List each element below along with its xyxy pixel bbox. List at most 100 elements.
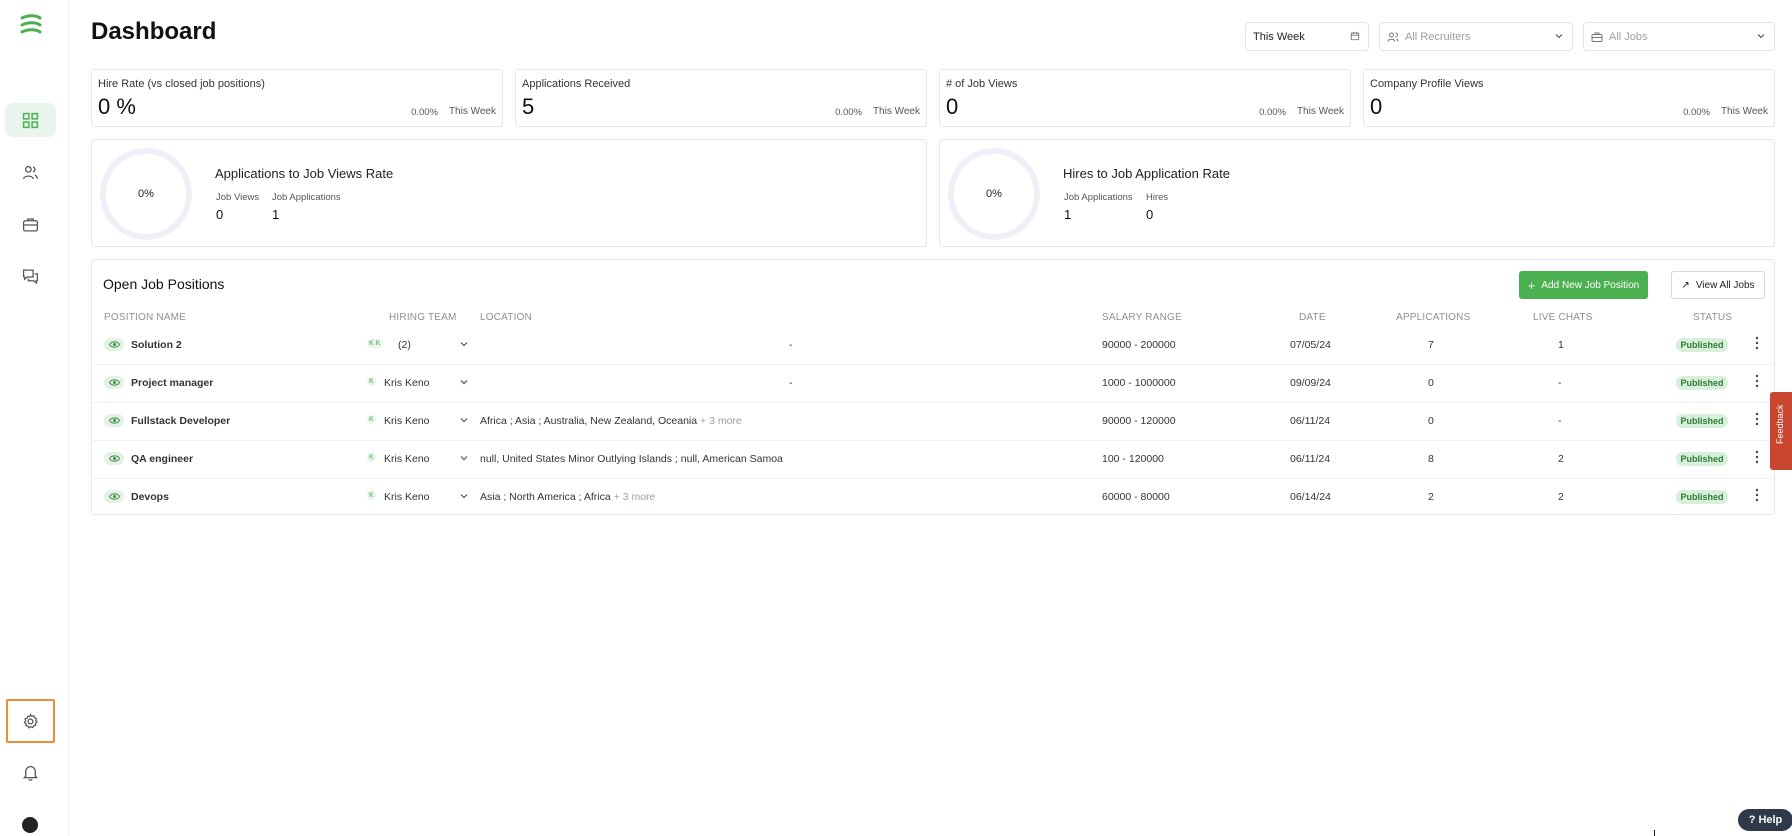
rate-ring: 0% — [948, 148, 1040, 240]
rate-b-value: 0 — [1146, 207, 1154, 222]
kpi-label: # of Job Views — [946, 78, 1018, 90]
more-options-icon[interactable] — [1754, 449, 1760, 465]
live-chats-count: 1 — [1558, 339, 1564, 351]
nav-settings[interactable] — [6, 699, 55, 743]
feedback-tab[interactable]: Feedback — [1770, 392, 1792, 470]
messages-chat-icon — [22, 268, 39, 284]
live-chats-count: 2 — [1558, 491, 1564, 503]
position-name[interactable]: Project manager — [131, 377, 213, 389]
location: Asia ; North America ; Africa + 3 more — [480, 491, 656, 503]
applications-count: 0 — [1428, 377, 1434, 389]
kpi-card-profile-views: Company Profile Views 0 0.00% This Week — [1363, 69, 1775, 127]
status-badge: Published — [1676, 452, 1728, 466]
profile-avatar-icon[interactable] — [22, 817, 38, 833]
help-button[interactable]: ? Help — [1738, 809, 1792, 831]
position-name[interactable]: QA engineer — [131, 453, 193, 465]
table-row[interactable]: Project manager K Kris Keno - 1000 - 100… — [92, 364, 1774, 402]
chevron-down-icon — [1757, 34, 1765, 39]
more-options-icon[interactable] — [1754, 335, 1760, 351]
kpi-value: 0 — [946, 94, 959, 119]
position-name[interactable]: Devops — [131, 491, 169, 503]
date: 09/09/24 — [1290, 377, 1331, 389]
rate-card-hires-to-applications: 0% Hires to Job Application Rate Job App… — [939, 139, 1775, 247]
page-title: Dashboard — [91, 18, 217, 45]
recruiters-people-icon — [1387, 32, 1399, 42]
status-badge: Published — [1676, 490, 1728, 504]
team-avatar: K — [367, 453, 376, 462]
visibility-eye-icon[interactable] — [104, 490, 124, 503]
position-name[interactable]: Fullstack Developer — [131, 415, 230, 427]
column-header-salary: SALARY RANGE — [1102, 312, 1182, 323]
add-job-button[interactable]: + Add New Job Position — [1519, 271, 1648, 299]
view-all-jobs-button[interactable]: ↗ View All Jobs — [1671, 271, 1765, 299]
recruiters-filter[interactable]: All Recruiters — [1379, 22, 1573, 51]
chevron-down-icon[interactable] — [459, 491, 469, 501]
table-row[interactable]: Fullstack Developer K Kris Keno Africa ;… — [92, 402, 1774, 440]
text-cursor-icon — [1654, 830, 1655, 836]
rate-b-label: Hires — [1146, 192, 1169, 203]
chevron-down-icon[interactable] — [459, 415, 469, 425]
salary-range: 100 - 120000 — [1102, 453, 1164, 465]
jobs-filter[interactable]: All Jobs — [1583, 22, 1775, 51]
more-options-icon[interactable] — [1754, 373, 1760, 389]
more-options-icon[interactable] — [1754, 411, 1760, 427]
rate-a-label: Job Applications — [1064, 192, 1133, 203]
kpi-label: Hire Rate (vs closed job positions) — [98, 78, 265, 90]
chevron-down-icon[interactable] — [459, 453, 469, 463]
settings-gear-icon — [23, 712, 38, 729]
jobs-title: Open Job Positions — [103, 276, 225, 292]
column-header-status: STATUS — [1693, 312, 1733, 323]
column-header-position: POSITION NAME — [104, 312, 187, 323]
applications-count: 7 — [1428, 339, 1434, 351]
location-empty: - — [789, 339, 793, 351]
calendar-icon — [1350, 31, 1360, 41]
location-empty: - — [789, 377, 793, 389]
visibility-eye-icon[interactable] — [104, 376, 124, 389]
date: 06/11/24 — [1290, 453, 1331, 465]
hiring-team: Kris Keno — [384, 453, 430, 465]
location: Africa ; Asia ; Australia, New Zealand, … — [480, 415, 742, 427]
table-row[interactable]: QA engineer K Kris Keno null, United Sta… — [92, 440, 1774, 478]
notifications-bell-icon — [22, 765, 39, 781]
visibility-eye-icon[interactable] — [104, 338, 124, 351]
chevron-down-icon[interactable] — [459, 339, 469, 349]
location: null, United States Minor Outlying Islan… — [480, 453, 783, 465]
date-filter[interactable]: This Week — [1245, 22, 1369, 51]
kpi-period: This Week — [872, 106, 920, 117]
live-chats-count: 2 — [1558, 453, 1564, 465]
rate-title: Hires to Job Application Rate — [1063, 166, 1230, 181]
status-badge: Published — [1676, 414, 1728, 428]
nav-messages[interactable] — [5, 259, 56, 293]
live-chats-count: - — [1558, 377, 1562, 389]
nav-candidates[interactable] — [5, 155, 56, 189]
jobs-briefcase-icon — [22, 217, 39, 232]
hiring-team: (2) — [398, 339, 411, 351]
kpi-card-hire-rate: Hire Rate (vs closed job positions) 0 % … — [91, 69, 503, 127]
status-badge: Published — [1676, 338, 1728, 352]
kpi-change: 0.00% — [411, 107, 438, 118]
rate-a-value: 0 — [216, 207, 224, 222]
rate-b-label: Job Applications — [272, 192, 341, 203]
nav-dashboard[interactable] — [5, 103, 56, 137]
more-options-icon[interactable] — [1754, 487, 1760, 503]
visibility-eye-icon[interactable] — [104, 452, 124, 465]
feedback-label: Feedback — [1775, 404, 1785, 444]
kpi-value: 0 — [1370, 94, 1383, 119]
kpi-period: This Week — [448, 106, 496, 117]
visibility-eye-icon[interactable] — [104, 414, 124, 427]
column-header-applications: APPLICATIONS — [1396, 312, 1471, 323]
salary-range: 90000 - 120000 — [1102, 415, 1176, 427]
chevron-down-icon[interactable] — [459, 377, 469, 387]
table-row[interactable]: Devops K Kris Keno Asia ; North America … — [92, 478, 1774, 516]
brand-logo-icon[interactable] — [18, 14, 44, 36]
dashboard-grid-icon — [22, 112, 39, 128]
live-chats-count: - — [1558, 415, 1562, 427]
position-name[interactable]: Solution 2 — [131, 339, 182, 351]
team-avatar: K — [367, 377, 376, 386]
table-row[interactable]: Solution 2 K K (2) - 90000 - 200000 07/0… — [92, 327, 1774, 365]
kpi-value: 5 — [522, 94, 535, 119]
date: 07/05/24 — [1290, 339, 1331, 351]
nav-jobs[interactable] — [5, 207, 56, 241]
briefcase-icon — [1591, 32, 1603, 42]
nav-notifications[interactable] — [5, 755, 56, 789]
